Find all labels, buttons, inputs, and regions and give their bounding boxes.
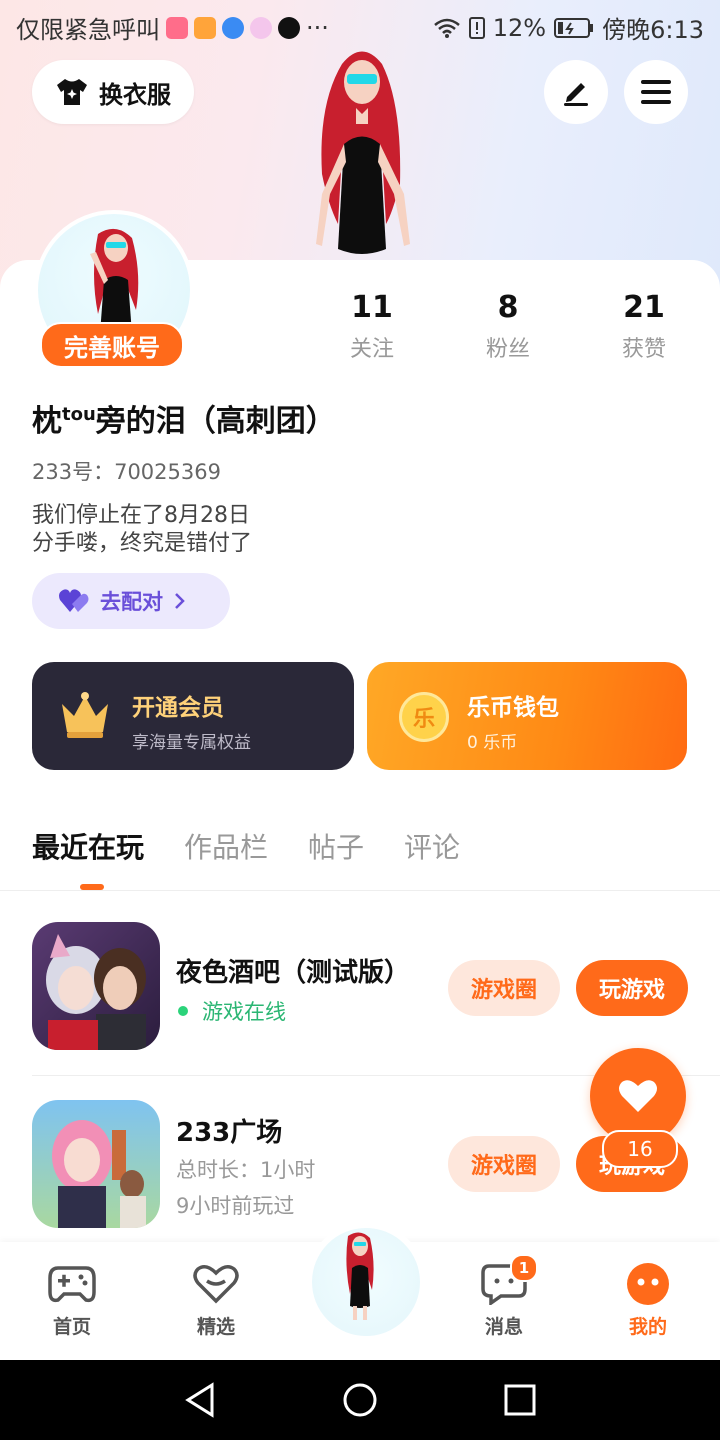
username-prefix: 枕 xyxy=(32,404,62,439)
wallet-balance: 0 乐币 xyxy=(467,733,518,753)
coin-icon: 乐 xyxy=(399,692,449,742)
game-icon-night-bar[interactable] xyxy=(32,922,160,1050)
wallet-card[interactable]: 乐 乐币钱包 0 乐币 xyxy=(367,662,687,770)
online-dot xyxy=(178,1006,188,1016)
browser-app-icon xyxy=(222,16,244,39)
battery-icon xyxy=(554,17,594,38)
crown-icon xyxy=(62,692,108,738)
night-bar-artwork xyxy=(46,934,146,1050)
pencil-icon xyxy=(564,83,588,106)
nav-avatar-center[interactable] xyxy=(306,1222,426,1342)
nav-home-label: 首页 xyxy=(52,1316,91,1338)
edit-profile-button[interactable] xyxy=(544,60,608,124)
vip-membership-card[interactable]: 开通会员 享海量专属权益 xyxy=(32,662,354,770)
heart-outline-icon xyxy=(193,1265,239,1304)
stat-following[interactable]: 11 关注 xyxy=(312,290,432,363)
game-title-233-plaza[interactable]: 233广场 xyxy=(176,1112,282,1149)
app-notification-icon xyxy=(166,16,188,39)
change-outfit-button[interactable]: 换衣服 xyxy=(32,60,194,124)
nav-featured[interactable]: 精选 xyxy=(166,1262,266,1339)
video-app-icon xyxy=(194,16,216,39)
stat-followers[interactable]: 8 粉丝 xyxy=(448,290,568,363)
tab-posts[interactable]: 帖子 xyxy=(308,826,364,866)
following-count: 11 xyxy=(351,290,393,325)
avatar-character-figure xyxy=(316,51,410,254)
go-pair-label: 去配对 xyxy=(100,590,163,614)
recents-square-icon[interactable] xyxy=(504,1384,536,1416)
nav-featured-label: 精选 xyxy=(196,1316,235,1338)
carrier-text: 仅限紧急呼叫 xyxy=(16,16,160,44)
vip-subtitle: 享海量专属权益 xyxy=(132,733,251,753)
menu-button[interactable] xyxy=(624,60,688,124)
chat-app-icon xyxy=(250,16,272,39)
wifi-icon xyxy=(433,18,460,38)
bio: 我们停止在了8月28日 分手喽，终究是错付了 xyxy=(32,502,252,558)
gamepad-icon xyxy=(48,1266,96,1303)
online-label: 游戏在线 xyxy=(202,1000,286,1024)
tiktok-icon xyxy=(278,16,300,39)
status-bar: 仅限紧急呼叫 ··· 12% 傍晚6:13 xyxy=(0,0,720,50)
wallet-title: 乐币钱包 xyxy=(467,695,559,721)
sim-alert-icon xyxy=(468,16,485,39)
username-superscript: tou xyxy=(62,404,96,425)
chevron-right-icon xyxy=(175,593,185,609)
nav-mine-label: 我的 xyxy=(628,1316,667,1338)
bio-line-1: 我们停止在了8月28日 xyxy=(32,503,250,528)
game-last-played: 9小时前玩过 xyxy=(176,1194,295,1218)
likes-count: 21 xyxy=(623,290,665,325)
bio-line-2: 分手喽，终究是错付了 xyxy=(32,531,253,556)
game-title-night-bar[interactable]: 夜色酒吧（测试版） xyxy=(176,952,410,989)
play-game-button[interactable]: 玩游戏 xyxy=(576,960,688,1016)
messages-badge: 1 xyxy=(510,1254,538,1282)
complete-account-badge[interactable]: 完善账号 xyxy=(40,322,184,368)
followers-count: 8 xyxy=(497,290,519,325)
battery-percent: 12% xyxy=(492,13,547,42)
game-circle-button[interactable]: 游戏圈 xyxy=(448,1136,560,1192)
center-avatar-figure xyxy=(346,1232,374,1320)
likes-label: 获赞 xyxy=(621,337,666,362)
nav-messages[interactable]: 1 消息 xyxy=(454,1254,554,1339)
game-icon-233-plaza[interactable] xyxy=(32,1100,160,1228)
game-online-status: 游戏在线 xyxy=(178,996,286,1026)
nav-home[interactable]: 首页 xyxy=(22,1262,122,1339)
like-count-badge: 16 xyxy=(602,1130,678,1168)
plaza-artwork xyxy=(52,1120,146,1228)
followers-label: 粉丝 xyxy=(485,337,530,362)
back-icon[interactable] xyxy=(184,1382,216,1418)
username: 枕tou旁的泪（高刺团） xyxy=(32,396,336,440)
go-pair-button[interactable]: 去配对 xyxy=(32,573,230,629)
username-suffix: 旁的泪（高刺团） xyxy=(95,404,336,439)
hamburger-menu-icon xyxy=(641,80,671,104)
vip-title: 开通会员 xyxy=(132,695,224,721)
tab-comments[interactable]: 评论 xyxy=(404,826,460,866)
tshirt-icon xyxy=(57,79,87,105)
profile-tabs: 最近在玩 作品栏 帖子 评论 xyxy=(32,826,460,866)
more-notifications-icon: ··· xyxy=(306,13,329,42)
heart-icon xyxy=(619,1080,657,1112)
tabs-divider xyxy=(0,890,720,891)
home-circle-icon[interactable] xyxy=(342,1382,378,1418)
profile-face-icon xyxy=(627,1263,669,1305)
double-heart-icon xyxy=(59,589,89,612)
game-duration: 总时长：1小时 xyxy=(176,1158,316,1182)
game-circle-button[interactable]: 游戏圈 xyxy=(448,960,560,1016)
nav-messages-label: 消息 xyxy=(484,1316,523,1338)
nav-mine[interactable]: 我的 xyxy=(598,1262,698,1339)
following-label: 关注 xyxy=(349,337,394,362)
clock: 傍晚6:13 xyxy=(602,16,704,44)
stat-likes[interactable]: 21 获赞 xyxy=(584,290,704,363)
system-navigation-bar xyxy=(0,1360,720,1440)
tab-recently-played[interactable]: 最近在玩 xyxy=(32,826,144,866)
change-outfit-label: 换衣服 xyxy=(99,80,171,109)
user-id: 233号：70025369 xyxy=(32,460,221,484)
tab-works[interactable]: 作品栏 xyxy=(184,826,268,866)
